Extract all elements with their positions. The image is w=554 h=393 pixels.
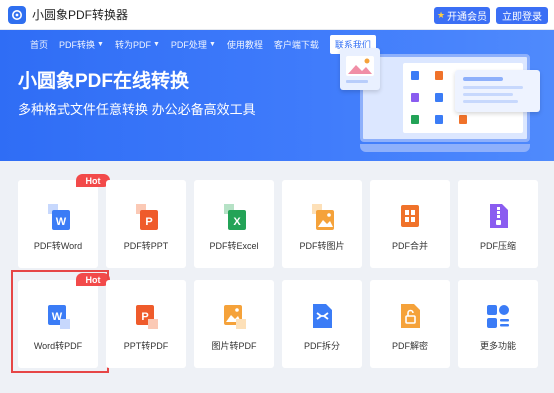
mini-compress-icon [411, 93, 419, 102]
tool-label: 更多功能 [479, 341, 516, 351]
monitor-stand [360, 144, 530, 152]
hero-illustration [340, 48, 545, 158]
title-bar: 小圆象PDF转换器 ★ 开通会员 立即登录 [0, 0, 554, 30]
open-vip-button[interactable]: ★ 开通会员 [434, 7, 490, 24]
open-vip-label: 开通会员 [447, 12, 488, 23]
tool-label: 图片转PDF [211, 341, 257, 351]
nav-item-client-download[interactable]: 客户端下载 [274, 38, 319, 51]
tool-label: PDF解密 [391, 341, 428, 351]
nav-item-pdf-convert[interactable]: PDF转换 ▼ [59, 38, 104, 51]
login-button[interactable]: 立即登录 [496, 7, 548, 24]
hero-title: 小圆象PDF在线转换 [18, 71, 190, 92]
nav-item-pdf-process[interactable]: PDF处理 ▼ [171, 38, 216, 51]
tool-label: PDF转PPT [123, 241, 169, 251]
image-to-pdf-icon [224, 305, 246, 329]
tool-pdf-to-ppt[interactable]: P PDF转PPT [106, 180, 186, 268]
svg-text:P: P [145, 216, 152, 228]
pdf-to-word-icon: W [48, 204, 70, 230]
pdf-to-image-icon [312, 204, 334, 230]
star-icon: ★ [436, 10, 446, 20]
pdf-decrypt-icon [401, 304, 420, 328]
nav-label: PDF转换 [59, 39, 96, 50]
svg-text:W: W [56, 216, 67, 228]
tool-pdf-to-excel[interactable]: X PDF转Excel [194, 180, 274, 268]
app-logo-icon [8, 5, 26, 24]
tool-pdf-split[interactable]: PDF拆分 [282, 280, 362, 368]
tool-more-features[interactable]: 更多功能 [458, 280, 538, 368]
nav-item-home[interactable]: 首页 [30, 38, 48, 51]
tool-label: PDF转Excel [209, 241, 259, 251]
tool-ppt-to-pdf[interactable]: P PPT转PDF [106, 280, 186, 368]
nav-item-to-pdf[interactable]: 转为PDF ▼ [115, 38, 160, 51]
nav-item-tutorial[interactable]: 使用教程 [227, 38, 263, 51]
pdf-to-ppt-icon: P [136, 204, 158, 230]
selection-highlight-box [11, 270, 109, 373]
more-features-icon [487, 305, 509, 328]
ppt-to-pdf-icon: P [136, 305, 158, 329]
mini-split-icon [435, 93, 443, 102]
tool-label: PDF压缩 [479, 241, 516, 251]
tool-pdf-decrypt[interactable]: PDF解密 [370, 280, 450, 368]
caret-down-icon: ▼ [208, 40, 216, 48]
pdf-split-icon [313, 304, 332, 328]
tool-label: PDF转图片 [299, 241, 345, 251]
tool-label: PDF转Word [33, 241, 83, 251]
floating-panel [455, 70, 540, 112]
main-nav: 首页 PDF转换 ▼ 转为PDF ▼ PDF处理 ▼ 使用教程 客户端下载 联系我们 [0, 30, 387, 58]
nav-label: 使用教程 [226, 39, 263, 50]
nav-label: 首页 [30, 39, 49, 50]
hero-subtitle: 多种格式文件任意转换 办公必备高效工具 [18, 102, 256, 117]
mini-ppt-icon [435, 71, 443, 80]
nav-label: 转为PDF [114, 39, 151, 50]
tool-label: PPT转PDF [123, 341, 169, 351]
mini-doc-icon [435, 115, 443, 124]
mini-merge-icon [459, 115, 467, 124]
tool-pdf-to-image[interactable]: PDF转图片 [282, 180, 362, 268]
tool-label: PDF拆分 [303, 341, 340, 351]
tool-image-to-pdf[interactable]: 图片转PDF [194, 280, 274, 368]
tool-label: PDF合并 [391, 241, 428, 251]
svg-text:P: P [141, 311, 148, 323]
tool-pdf-compress[interactable]: PDF压缩 [458, 180, 538, 268]
hero-banner: 首页 PDF转换 ▼ 转为PDF ▼ PDF处理 ▼ 使用教程 客户端下载 联系我们 … [0, 30, 554, 161]
tool-pdf-to-word[interactable]: W PDF转Word [18, 180, 98, 268]
caret-down-icon: ▼ [97, 40, 104, 48]
nav-label: PDF处理 [170, 39, 207, 50]
pdf-merge-icon [401, 205, 419, 227]
caret-down-icon: ▼ [152, 40, 160, 48]
nav-label: 客户端下载 [273, 39, 319, 50]
mini-sheet-icon [411, 115, 419, 124]
pdf-compress-icon [490, 204, 508, 228]
svg-text:X: X [233, 216, 241, 228]
app-title: 小圆象PDF转换器 [32, 8, 129, 22]
pdf-to-excel-icon: X [224, 204, 246, 230]
floating-image-card [340, 48, 380, 90]
mini-word-icon [411, 71, 419, 80]
hot-badge: Hot [76, 174, 110, 187]
tool-pdf-merge[interactable]: PDF合并 [370, 180, 450, 268]
